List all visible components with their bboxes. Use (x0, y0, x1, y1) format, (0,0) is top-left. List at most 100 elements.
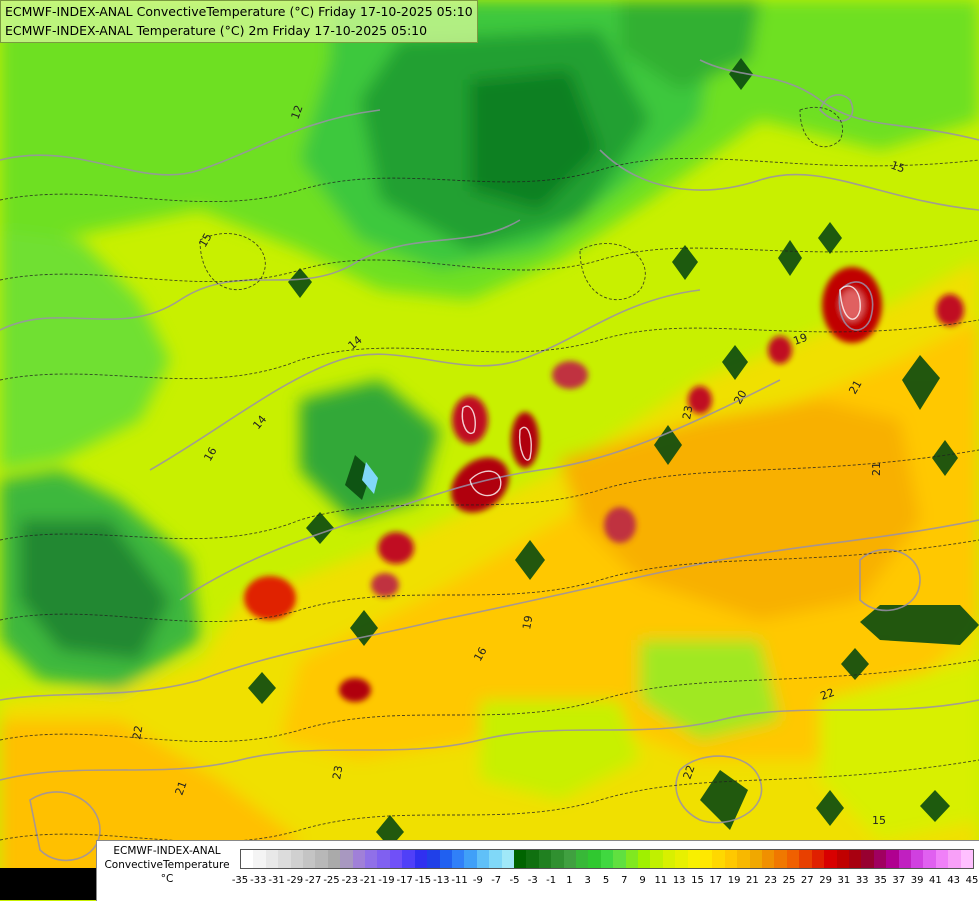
colorbar-swatch (650, 850, 663, 868)
colorbar-tick-label: 41 (929, 875, 942, 886)
colorbar-swatch (290, 850, 304, 868)
colorbar-swatch (241, 850, 254, 868)
contour-label: 19 (520, 614, 535, 630)
colorbar-swatch (402, 850, 415, 868)
colorbar-tick-label: 7 (621, 875, 628, 886)
colorbar-tick-label: -19 (378, 875, 395, 886)
colorbar-swatch (799, 850, 812, 868)
colorbar-tick-label: -17 (396, 875, 413, 886)
colorbar-swatch (451, 850, 465, 868)
colorbar-swatch (278, 850, 291, 868)
legend-unit: °C (160, 873, 174, 885)
colorbar-swatch (873, 850, 887, 868)
colorbar-tick-label: -3 (527, 875, 538, 886)
colorbar-swatch (389, 850, 403, 868)
colorbar-swatch (886, 850, 899, 868)
colorbar-tick-label: -25 (323, 875, 340, 886)
colorbar-tick-label: -35 (231, 875, 249, 886)
colorbar-tick-label: 23 (764, 875, 778, 886)
colorbar-tick-label: -13 (433, 875, 450, 886)
colorbar-swatch (365, 850, 378, 868)
colorbar-swatch (625, 850, 638, 868)
colorbar-tick-label: -9 (472, 875, 483, 886)
colorbar (240, 849, 974, 869)
colorbar-swatch (898, 850, 911, 868)
colorbar-swatch (737, 850, 750, 868)
colorbar-tick-label: -23 (341, 875, 358, 886)
legend-source: ECMWF-INDEX-ANAL (113, 845, 221, 857)
title-convective-temperature: ECMWF-INDEX-ANAL ConvectiveTemperature (… (5, 4, 473, 19)
colorbar-tick-label: 13 (672, 875, 686, 886)
colorbar-swatch (253, 850, 266, 868)
colorbar-swatch (662, 850, 676, 868)
colorbar-swatch (414, 850, 428, 868)
colorbar-tick-label: 29 (819, 875, 832, 886)
contour-label: 23 (680, 404, 695, 420)
colorbar-swatch (786, 850, 800, 868)
colorbar-swatch (340, 850, 353, 868)
colorbar-tick-label: -7 (491, 875, 502, 886)
colorbar-tick-label: 35 (874, 875, 887, 886)
contour-label: 21 (870, 462, 883, 476)
colorbar-tick-label: 11 (654, 875, 668, 886)
colorbar-tick-label: -31 (268, 875, 285, 886)
colorbar-swatch (551, 850, 564, 868)
colorbar-tick-label: -33 (250, 875, 267, 886)
colorbar-swatch (774, 850, 787, 868)
colorbar-swatch (613, 850, 626, 868)
colorbar-swatch (836, 850, 849, 868)
colorbar-tick-label: 37 (892, 875, 906, 886)
legend-title: ECMWF-INDEX-ANAL ConvectiveTemperature °… (97, 844, 237, 886)
colorbar-swatch (638, 850, 651, 868)
colorbar-swatch (923, 850, 936, 868)
legend-variable: ConvectiveTemperature (104, 859, 230, 871)
colorbar-tick-label: 15 (691, 875, 704, 886)
no-data-corner (0, 868, 96, 900)
colorbar-tick-label: -21 (359, 875, 377, 886)
colorbar-swatch (476, 850, 490, 868)
contour-label: 23 (330, 764, 345, 780)
colorbar-swatch (675, 850, 688, 868)
colorbar-swatch (427, 850, 440, 868)
colorbar-swatch (352, 850, 366, 868)
colorbar-tick-label: 31 (837, 875, 851, 886)
colorbar-swatch (824, 850, 837, 868)
colorbar-tick-label: 5 (602, 875, 610, 886)
colorbar-tick-label: 33 (855, 875, 869, 886)
colorbar-swatch (489, 850, 502, 868)
colorbar-swatch (861, 850, 874, 868)
colorbar-swatch (588, 850, 601, 868)
colorbar-swatch (687, 850, 701, 868)
colorbar-tick-label: 9 (639, 875, 646, 886)
colorbar-tick-label: 39 (910, 875, 924, 886)
colorbar-ticks: -35 -33 -31 -29 -27 -25 -23 -21 -19 -17 -15 -13 -11-… (232, 875, 979, 889)
colorbar-swatch (265, 850, 279, 868)
colorbar-swatch (464, 850, 477, 868)
colorbar-tick-label: -5 (509, 875, 520, 886)
colorbar-swatch (910, 850, 924, 868)
colorbar-tick-label: 43 (947, 875, 961, 886)
colorbar-swatch (563, 850, 576, 868)
colorbar-tick-label: 45 (965, 875, 979, 886)
colorbar-swatch (960, 850, 973, 868)
colorbar-tick-label: -27 (305, 875, 322, 886)
colorbar-swatch (762, 850, 775, 868)
colorbar-swatch (377, 850, 390, 868)
colorbar-tick-label: 1 (566, 875, 573, 886)
colorbar-swatch (712, 850, 725, 868)
colorbar-tick-label: -11 (451, 875, 468, 886)
colorbar-tick-label: -15 (414, 875, 432, 886)
colorbar-tick-label: 25 (782, 875, 796, 886)
colorbar-swatch (315, 850, 328, 868)
colorbar-tick-label: 17 (709, 875, 723, 886)
colorbar-swatch (327, 850, 341, 868)
colorbar-tick-label: -1 (546, 875, 557, 886)
colorbar-swatch (513, 850, 527, 868)
weather-map: 12 15 15 14 14 16 16 19 21 21 22 22 23 2… (0, 0, 979, 900)
colorbar-tick-label: 19 (727, 875, 741, 886)
contour-label: 15 (872, 814, 886, 827)
title-2m-temperature: ECMWF-INDEX-ANAL Temperature (°C) 2m Fri… (5, 23, 428, 38)
color-legend: ECMWF-INDEX-ANAL ConvectiveTemperature °… (96, 840, 979, 901)
colorbar-swatch (935, 850, 949, 868)
colorbar-swatch (811, 850, 825, 868)
